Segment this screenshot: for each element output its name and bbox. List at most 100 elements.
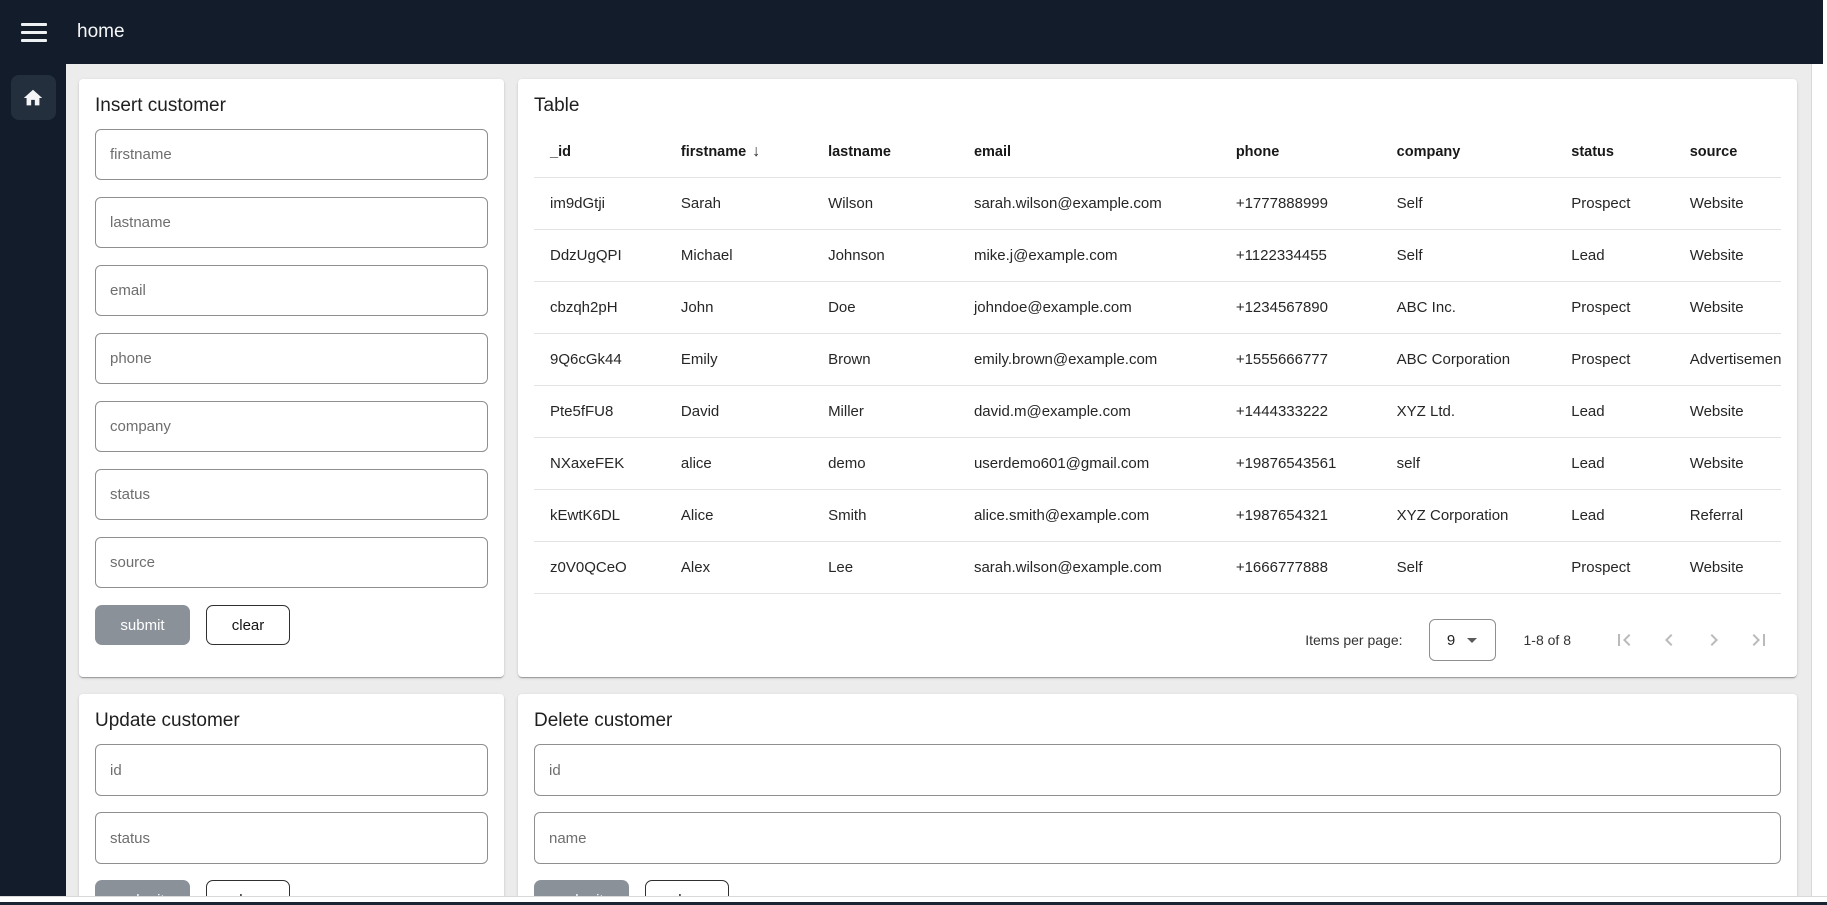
table-cell: Alice — [665, 507, 812, 524]
status-input[interactable] — [95, 469, 488, 520]
app-topbar: home — [0, 0, 1823, 64]
insert-clear-button[interactable]: clear — [206, 605, 290, 645]
insert-customer-card: Insert customer submit clear — [79, 79, 504, 677]
table-cell: Self — [1381, 195, 1556, 212]
table-header-row: _id firstname ↓ lastname email phone com… — [534, 126, 1781, 178]
table-row: z0V0QCeOAlexLeesarah.wilson@example.com+… — [534, 542, 1781, 594]
table-cell: kEwtK6DL — [534, 507, 665, 524]
table-cell: +1234567890 — [1220, 299, 1381, 316]
vertical-scrollbar[interactable] — [1811, 64, 1827, 896]
dropdown-caret-icon — [1467, 638, 1477, 643]
table-cell: z0V0QCeO — [534, 559, 665, 576]
update-id-input[interactable] — [95, 744, 488, 796]
table-cell: +1987654321 — [1220, 507, 1381, 524]
table-cell: Sarah — [665, 195, 812, 212]
left-column: Insert customer submit clear Update cust… — [79, 79, 504, 905]
table-cell: Wilson — [812, 195, 958, 212]
table-cell: Lee — [812, 559, 958, 576]
source-input[interactable] — [95, 537, 488, 588]
table-cell: self — [1381, 455, 1556, 472]
update-status-input[interactable] — [95, 812, 488, 864]
table-cell: Website — [1674, 195, 1781, 212]
column-header-firstname[interactable]: firstname ↓ — [665, 143, 812, 161]
company-input[interactable] — [95, 401, 488, 452]
table-cell: Self — [1381, 559, 1556, 576]
table-cell: userdemo601@gmail.com — [958, 455, 1220, 472]
first-page-icon[interactable] — [1601, 618, 1646, 663]
table-cell: Website — [1674, 299, 1781, 316]
column-header-id[interactable]: _id — [534, 144, 665, 160]
phone-input[interactable] — [95, 333, 488, 384]
table-cell: Pte5fFU8 — [534, 403, 665, 420]
table-cell: johndoe@example.com — [958, 299, 1220, 316]
table-cell: +1122334455 — [1220, 247, 1381, 264]
next-page-icon[interactable] — [1691, 618, 1736, 663]
table-cell: Prospect — [1555, 559, 1673, 576]
sort-desc-icon: ↓ — [752, 143, 760, 161]
table-card-title: Table — [534, 95, 1781, 117]
table-cell: Referral — [1674, 507, 1781, 524]
table-cell: +1444333222 — [1220, 403, 1381, 420]
insert-buttons: submit clear — [95, 605, 488, 645]
table-cell: John — [665, 299, 812, 316]
column-header-lastname[interactable]: lastname — [812, 144, 958, 160]
table-cell: Prospect — [1555, 195, 1673, 212]
table-cell: Emily — [665, 351, 812, 368]
topbar-corner — [1823, 0, 1827, 64]
table-cell: ABC Inc. — [1381, 299, 1556, 316]
column-header-source[interactable]: source — [1674, 144, 1781, 160]
column-header-status[interactable]: status — [1555, 144, 1673, 160]
table-cell: Doe — [812, 299, 958, 316]
delete-id-input[interactable] — [534, 744, 1781, 796]
table-cell: Prospect — [1555, 299, 1673, 316]
column-header-phone[interactable]: phone — [1220, 144, 1381, 160]
table-cell: XYZ Ltd. — [1381, 403, 1556, 420]
table-cell: DdzUgQPI — [534, 247, 665, 264]
paginator: Items per page: 9 1-8 of 8 — [534, 603, 1781, 677]
table-cell: sarah.wilson@example.com — [958, 559, 1220, 576]
page-title: home — [77, 21, 125, 43]
menu-icon[interactable] — [21, 17, 51, 47]
table-cell: sarah.wilson@example.com — [958, 195, 1220, 212]
table-cell: +19876543561 — [1220, 455, 1381, 472]
insert-card-title: Insert customer — [95, 95, 488, 117]
table-cell: mike.j@example.com — [958, 247, 1220, 264]
table-cell: Website — [1674, 455, 1781, 472]
table-cell: Smith — [812, 507, 958, 524]
email-input[interactable] — [95, 265, 488, 316]
table-row: cbzqh2pHJohnDoejohndoe@example.com+12345… — [534, 282, 1781, 334]
table-cell: alice.smith@example.com — [958, 507, 1220, 524]
firstname-input[interactable] — [95, 129, 488, 180]
home-icon — [22, 87, 44, 109]
table-cell: Advertisement — [1674, 351, 1781, 368]
delete-customer-card: Delete customer submit clear — [518, 694, 1797, 905]
table-row: NXaxeFEKalicedemouserdemo601@gmail.com+1… — [534, 438, 1781, 490]
sidebar — [0, 64, 66, 905]
right-column: Table _id firstname ↓ lastname email pho… — [518, 79, 1797, 905]
table-cell: Lead — [1555, 455, 1673, 472]
table-cell: Lead — [1555, 403, 1673, 420]
table-cell: Self — [1381, 247, 1556, 264]
table-cell: Website — [1674, 559, 1781, 576]
page-size-select[interactable]: 9 — [1429, 619, 1496, 661]
table-cell: cbzqh2pH — [534, 299, 665, 316]
table-row: DdzUgQPIMichaelJohnsonmike.j@example.com… — [534, 230, 1781, 282]
sidebar-item-home[interactable] — [11, 75, 56, 120]
last-page-icon[interactable] — [1736, 618, 1781, 663]
lastname-input[interactable] — [95, 197, 488, 248]
table-cell: NXaxeFEK — [534, 455, 665, 472]
delete-name-input[interactable] — [534, 812, 1781, 864]
update-card-title: Update customer — [95, 710, 488, 732]
insert-submit-button[interactable]: submit — [95, 605, 190, 645]
table-cell: Alex — [665, 559, 812, 576]
page-range-label: 1-8 of 8 — [1524, 632, 1571, 648]
column-header-company[interactable]: company — [1381, 144, 1556, 160]
table-cell: emily.brown@example.com — [958, 351, 1220, 368]
table-cell: Lead — [1555, 507, 1673, 524]
table-cell: Website — [1674, 247, 1781, 264]
table-cell: Brown — [812, 351, 958, 368]
table-cell: +1555666777 — [1220, 351, 1381, 368]
prev-page-icon[interactable] — [1646, 618, 1691, 663]
table-cell: +1666777888 — [1220, 559, 1381, 576]
column-header-email[interactable]: email — [958, 144, 1220, 160]
